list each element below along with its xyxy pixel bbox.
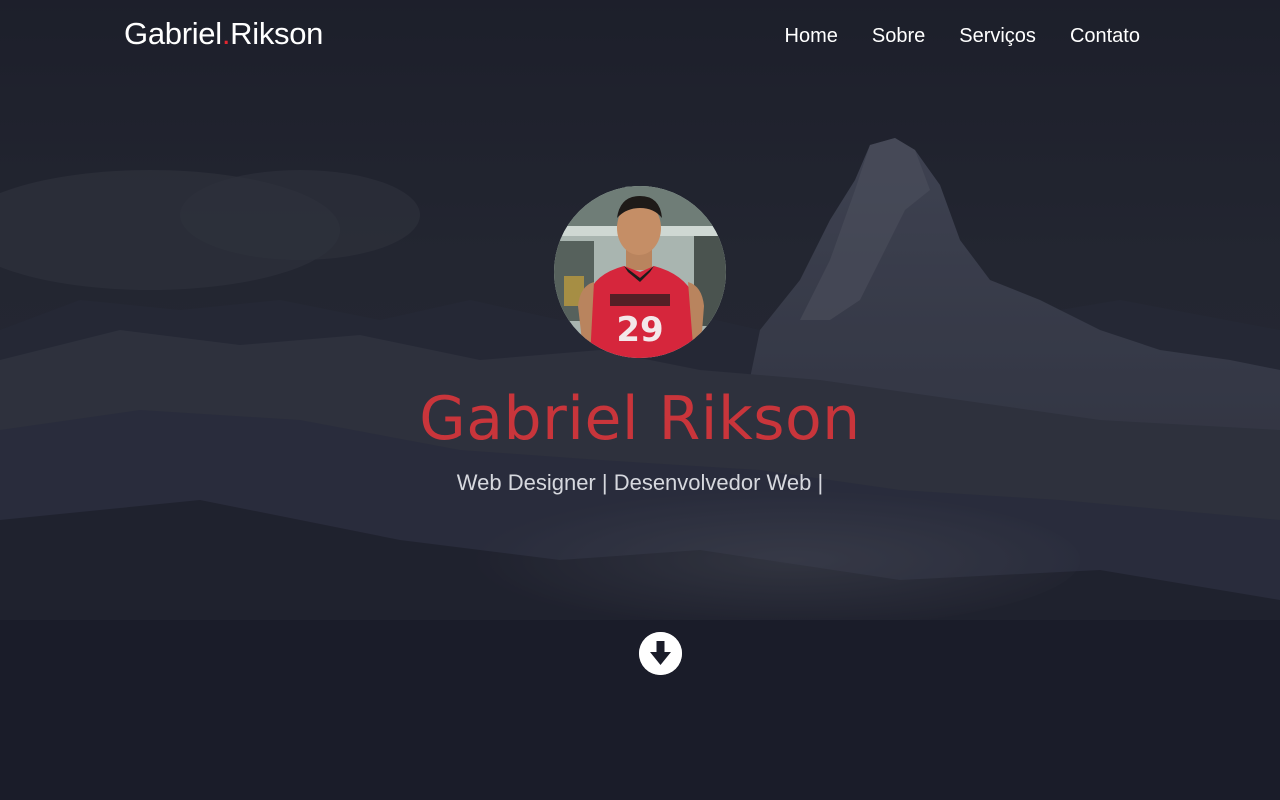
hero-subtitle: Web Designer | Desenvolvedor Web |: [456, 470, 824, 495]
profile-avatar: 29: [554, 186, 726, 358]
scroll-down-button[interactable]: [639, 632, 682, 675]
nav-links: Home Sobre Serviços Contato: [785, 25, 1141, 48]
brand-dot: .: [221, 16, 231, 51]
nav-link-sobre[interactable]: Sobre: [872, 25, 925, 48]
profile-photo-icon: 29: [554, 186, 726, 358]
arrow-down-circle-icon: [639, 632, 682, 675]
nav-link-servicos[interactable]: Serviços: [959, 25, 1036, 48]
hero-section: Gabriel.Rikson Home Sobre Serviços Conta…: [0, 0, 1280, 620]
navbar: Gabriel.Rikson Home Sobre Serviços Conta…: [0, 0, 1280, 76]
svg-text:29: 29: [616, 310, 663, 350]
brand-logo[interactable]: Gabriel.Rikson: [124, 16, 323, 52]
brand-first-name: Gabriel: [124, 16, 222, 51]
brand-last-name: Rikson: [230, 16, 324, 51]
nav-link-home[interactable]: Home: [785, 25, 838, 48]
hero-name: Gabriel Rikson: [419, 384, 861, 454]
nav-link-contato[interactable]: Contato: [1070, 25, 1140, 48]
